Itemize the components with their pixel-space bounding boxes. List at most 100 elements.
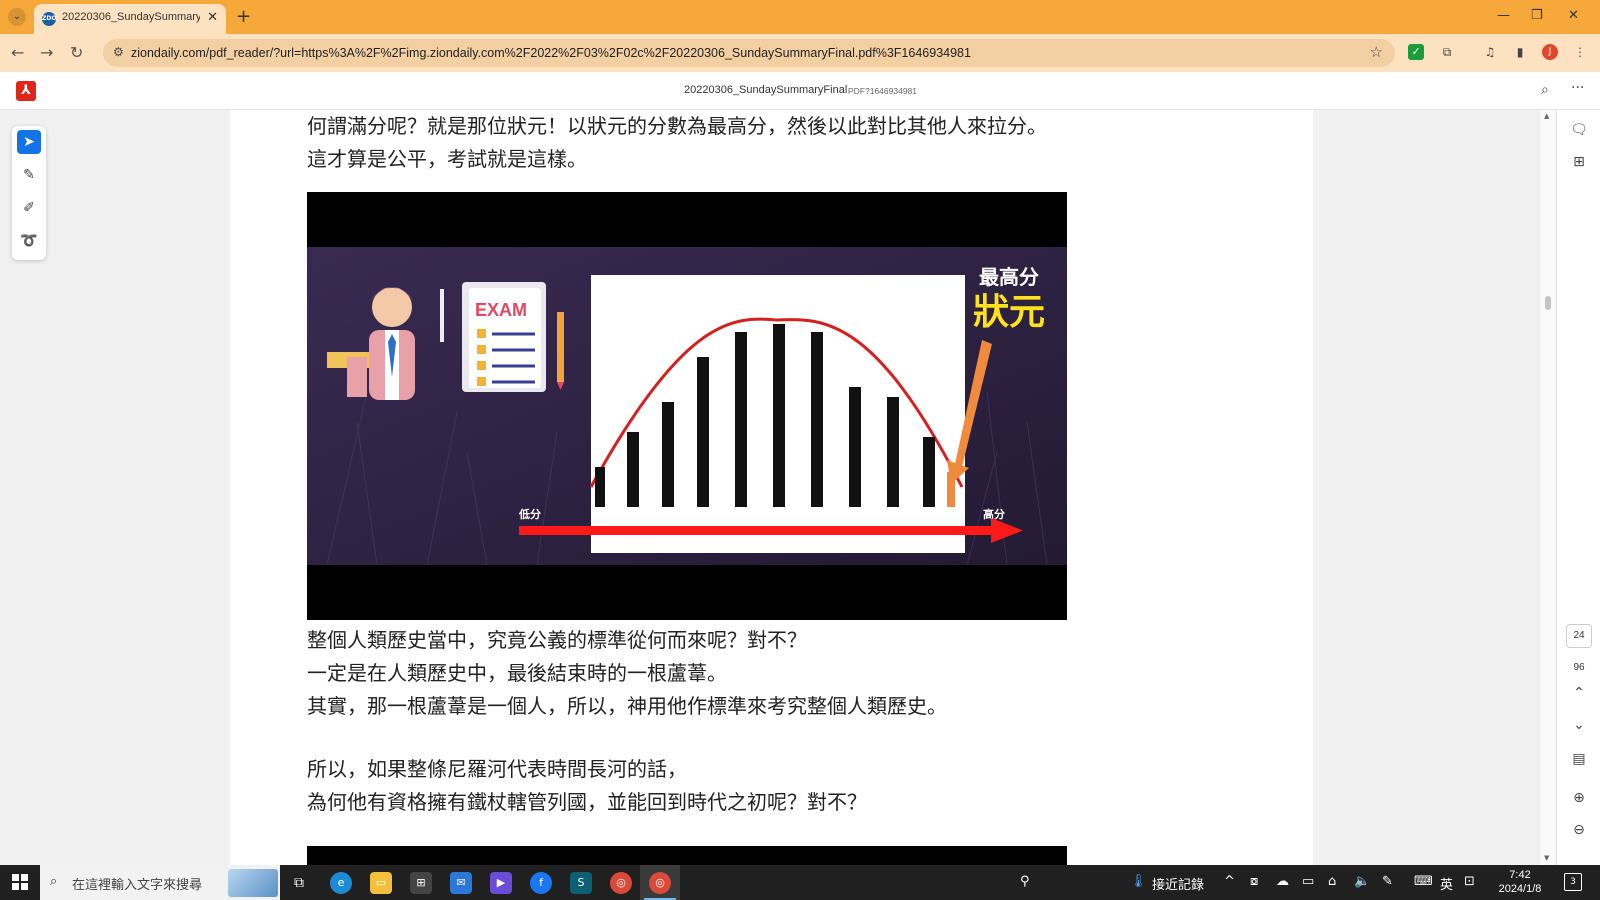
tab-search-chevron-icon[interactable]: ⌄	[8, 8, 26, 26]
browser-tab-bar: ⌄ ZDO 20220306_SundaySummaryF ✕ + — ❐ ✕	[0, 0, 1600, 34]
axis-high-label: 高分	[983, 507, 1005, 521]
axis-low-label: 低分	[518, 507, 541, 521]
paragraph-line: 為何他有資格擁有鐵杖轄管列國，並能回到時代之初呢？對不？	[307, 790, 867, 814]
pdf-file-query: PDF?1646934981	[848, 86, 918, 96]
search-icon: ⌕	[50, 874, 58, 889]
search-highlight-image	[228, 869, 278, 897]
highlight-pen-icon[interactable]: ✐	[17, 196, 41, 220]
network-icon[interactable]: ⌂	[1328, 874, 1336, 889]
volume-icon[interactable]: 🔈	[1354, 874, 1370, 889]
bookmark-star-icon[interactable]: ☆	[1370, 43, 1383, 61]
show-hidden-icons[interactable]: ^	[1224, 874, 1235, 889]
back-arrow-icon[interactable]: ←	[11, 43, 24, 62]
paragraph-line: 這才算是公平，考試就是這樣。	[307, 147, 587, 171]
add-comment-icon[interactable]: ✎	[17, 163, 41, 187]
windows-start-icon[interactable]	[12, 874, 28, 890]
browser-menu-icon[interactable]: ⋮	[1572, 44, 1588, 60]
address-bar[interactable]: ⚙ ziondaily.com/pdf_reader/?url=https%3A…	[103, 39, 1395, 67]
vertical-scrollbar[interactable]: ▲ ▼	[1541, 110, 1555, 865]
ime-language[interactable]: 英	[1440, 874, 1453, 893]
next-page-icon[interactable]: ⌄	[1557, 717, 1600, 733]
window-close-icon[interactable]: ✕	[1568, 8, 1579, 23]
taskbar-clock[interactable]: 7:42 2024/1/8	[1490, 868, 1550, 896]
select-cursor-icon[interactable]: ➤	[17, 130, 41, 154]
url-text[interactable]: ziondaily.com/pdf_reader/?url=https%3A%2…	[131, 46, 971, 60]
chrome-active-task[interactable]: ◎	[640, 865, 680, 900]
paragraph-line: 一定是在人類歷史中，最後結束時的一根蘆葦。	[307, 661, 727, 685]
profile-avatar[interactable]: J	[1542, 44, 1558, 60]
file-explorer-icon[interactable]: ▭	[370, 872, 392, 894]
task-view-icon[interactable]: ⧉	[288, 872, 310, 894]
zoom-in-icon[interactable]: ⊕	[1557, 790, 1600, 806]
scroll-up-icon[interactable]: ▲	[1544, 112, 1549, 120]
signing-app-icon[interactable]: S	[570, 872, 592, 894]
zoom-out-icon[interactable]: ⊖	[1557, 822, 1600, 838]
forward-arrow-icon[interactable]: →	[40, 43, 53, 62]
browser-toolbar: ← → ↻ ⚙ ziondaily.com/pdf_reader/?url=ht…	[0, 34, 1600, 72]
paragraph-line: 所以，如果整條尼羅河代表時間長河的話，	[307, 757, 687, 781]
annotation-toolbar: ➤ ✎ ✐ ➰	[12, 126, 46, 260]
media-control-icon[interactable]: ♫	[1482, 44, 1498, 60]
ms-store-icon[interactable]: ⊞	[410, 872, 432, 894]
extensions-puzzle-icon[interactable]: ⧉	[1439, 44, 1455, 60]
meet-now-icon[interactable]: ⧇	[1250, 874, 1258, 889]
restore-icon[interactable]: ❐	[1531, 8, 1543, 23]
pdf-page: 何謂滿分呢？就是那位狀元！以狀元的分數為最高分，然後以此對比其他人來拉分。 這才…	[230, 110, 1313, 865]
browser-tab-active[interactable]: ZDO 20220306_SundaySummaryF ✕	[34, 4, 226, 34]
keyboard-icon[interactable]: ⌨	[1414, 874, 1433, 889]
illustration-svg: EXAM 最高分 狀元 低分 高分	[307, 247, 1067, 566]
media-player-icon[interactable]: ▶	[490, 872, 512, 894]
paragraph-line: 何謂滿分呢？就是那位狀元！以狀元的分數為最高分，然後以此對比其他人來拉分。	[307, 114, 1047, 138]
paragraph-line: 其實，那一根蘆葦是一個人，所以，神用他作標準來考究整個人類歷史。	[307, 694, 947, 718]
people-icon[interactable]: ⚲	[1020, 874, 1030, 889]
ime-mode-icon[interactable]: ⊡	[1464, 874, 1475, 889]
mail-icon[interactable]: ✉	[450, 872, 472, 894]
tab-close-icon[interactable]: ✕	[207, 10, 218, 25]
onedrive-cloud-icon[interactable]: ☁	[1276, 874, 1289, 889]
next-figure-top	[307, 846, 1067, 865]
pdf-search-icon[interactable]: ⌕	[1541, 82, 1549, 98]
notification-center-icon[interactable]: 3	[1564, 873, 1582, 891]
tab-title: 20220306_SundaySummaryF	[62, 11, 200, 23]
weather-text[interactable]: 接近記錄	[1152, 874, 1204, 893]
thumbnails-grid-icon[interactable]: ⊞	[1557, 154, 1600, 170]
edge-browser-icon[interactable]: e	[330, 872, 352, 894]
previous-page-icon[interactable]: ⌃	[1557, 685, 1600, 701]
new-tab-button[interactable]: +	[236, 6, 251, 27]
battery-icon[interactable]: ▭	[1302, 874, 1314, 889]
exam-label: EXAM	[475, 300, 527, 320]
chrome-icon: ◎	[649, 872, 671, 894]
taskbar-search-placeholder[interactable]: 在這裡輸入文字來搜尋	[72, 874, 202, 893]
side-panel-icon[interactable]: ▮	[1512, 44, 1528, 60]
clock-date: 2024/1/8	[1498, 883, 1542, 895]
comments-icon[interactable]: 🗨	[1557, 122, 1600, 138]
facebook-icon[interactable]: f	[530, 872, 552, 894]
score-axis-arrow	[519, 526, 994, 535]
scroll-down-icon[interactable]: ▼	[1544, 854, 1549, 862]
windows-taskbar: ⌕ 在這裡輸入文字來搜尋 ⧉ e ▭ ⊞ ✉ ▶ f S ◎ ◎ ⚲ 🌡 接近記…	[0, 865, 1600, 900]
reload-icon[interactable]: ↻	[70, 43, 83, 62]
pen-workspace-icon[interactable]: ✎	[1382, 874, 1393, 889]
total-pages: 96	[1573, 662, 1585, 673]
chrome-profile-icon[interactable]: ◎	[610, 872, 632, 894]
paragraph-line: 整個人類歷史當中，究竟公義的標準從何而來呢？對不？	[307, 628, 807, 652]
pdf-more-icon[interactable]: ···	[1571, 80, 1584, 96]
current-page-input[interactable]: 24	[1566, 624, 1592, 648]
pdf-viewer-area: 何謂滿分呢？就是那位狀元！以狀元的分數為最高分，然後以此對比其他人來拉分。 這才…	[0, 110, 1600, 865]
site-info-icon[interactable]: ⚙	[113, 45, 124, 59]
top-scholar-title: 狀元	[973, 292, 1045, 333]
minimize-icon[interactable]: —	[1497, 8, 1510, 23]
thermometer-icon: 🌡	[1130, 874, 1147, 889]
taskbar-search[interactable]: ⌕ 在這裡輸入文字來搜尋	[40, 865, 280, 900]
pdf-viewer-header: ⅄ 20220306_SundaySummaryFinal PDF?164693…	[0, 72, 1600, 110]
lasso-icon[interactable]: ➰	[17, 229, 41, 253]
clock-time: 7:42	[1509, 869, 1531, 881]
top-score-label: 最高分	[979, 265, 1039, 289]
extension-check-icon[interactable]: ✓	[1408, 44, 1424, 60]
scroll-thumb[interactable]	[1545, 296, 1551, 310]
bell-curve-illustration: EXAM 最高分 狀元 低分 高分	[307, 192, 1067, 620]
page-properties-icon[interactable]: ▤	[1557, 751, 1600, 767]
pdf-file-name: 20220306_SundaySummaryFinal	[684, 84, 848, 96]
pdf-right-rail: 🗨 ⊞ 24 96 ⌃ ⌄ ▤ ⊕ ⊖	[1556, 110, 1600, 865]
acrobat-logo-icon: ⅄	[16, 81, 36, 101]
